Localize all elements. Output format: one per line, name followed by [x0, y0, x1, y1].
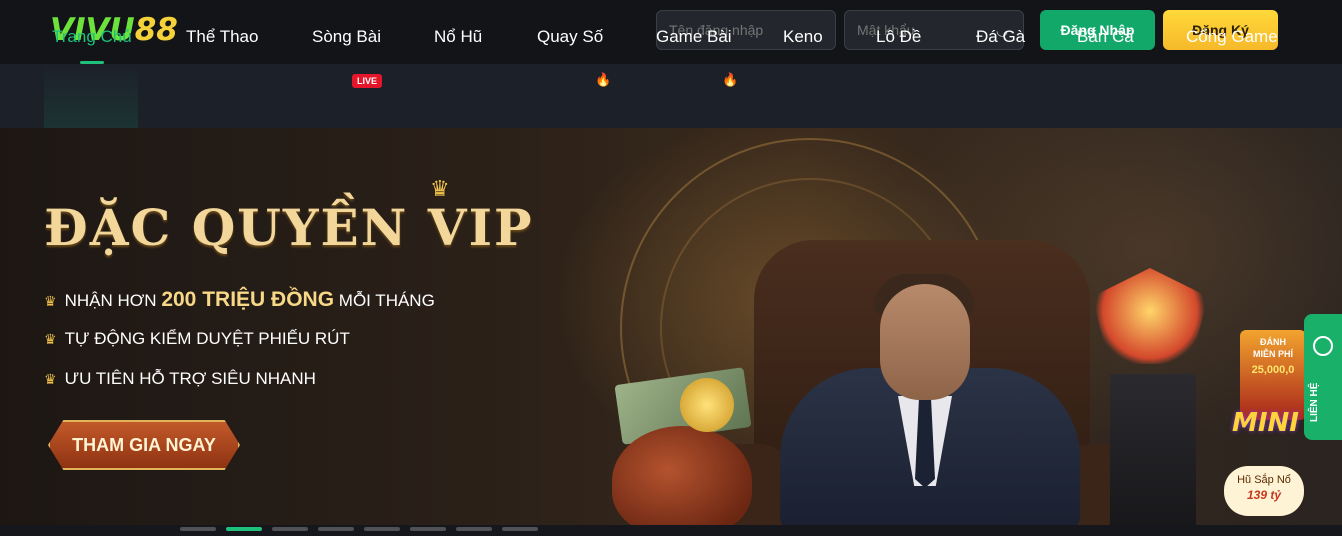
crown-icon: ♛ [44, 371, 57, 387]
fire-icon: 🔥 [722, 72, 739, 87]
money-bag-image [612, 426, 752, 525]
carousel-indicators [180, 518, 548, 536]
carousel-dot[interactable] [502, 527, 538, 531]
nav-item-slots[interactable]: Nổ Hũ [434, 0, 482, 64]
perk-text: MỖI THÁNG [338, 291, 435, 310]
main-nav [0, 64, 1342, 128]
pedestal-image [1110, 374, 1196, 525]
gold-coins-image [680, 378, 734, 432]
man-face-image [880, 284, 970, 400]
carousel-dot[interactable] [410, 527, 446, 531]
active-tab-glow [44, 64, 138, 128]
perk-text: ƯU TIÊN HỖ TRỢ SIÊU NHANH [64, 369, 316, 388]
nav-item-lottery[interactable]: Quay Số [537, 0, 603, 64]
nav-item-card-games[interactable]: Game Bài [656, 0, 732, 64]
nav-item-fishing[interactable]: Bắn Cá [1077, 0, 1134, 64]
live-badge: LIVE [352, 74, 383, 88]
promo-amount: 25,000,0 [1251, 364, 1295, 376]
nav-item-game-portal[interactable]: Cổng Game [1186, 0, 1278, 64]
carousel-dot[interactable] [364, 527, 400, 531]
perk-text: NHẬN HƠN [64, 291, 157, 310]
perk-item: ♛ NHẬN HƠN 200 TRIỆU ĐỒNG MỖI THÁNG [44, 288, 435, 312]
perk-text: TỰ ĐỘNG KIỂM DUYỆT PHIẾU RÚT [64, 329, 350, 348]
vip-emblem-image [1092, 268, 1208, 364]
nav-item-sports[interactable]: Thể Thao [186, 0, 258, 64]
promo-line: ĐÁNH [1260, 337, 1286, 347]
nav-item-lo-de[interactable]: Lô Đề [876, 0, 921, 64]
perk-highlight: 200 TRIỆU ĐỒNG [161, 288, 335, 311]
carousel-dot[interactable] [272, 527, 308, 531]
free-spin-promo[interactable]: ĐÁNH MIỄN PHÍ 25,000,0 [1240, 330, 1306, 420]
logo-text-88: 88 [134, 12, 178, 48]
contact-side-tab[interactable]: LIÊN HỆ [1304, 314, 1342, 440]
jackpot-widget[interactable]: Hũ Sắp Nổ 139 tỷ [1224, 466, 1304, 516]
contact-label: LIÊN HỆ [1309, 382, 1320, 422]
mini-game-logo[interactable]: MINI [1232, 408, 1299, 438]
jackpot-value: 139 tỷ [1246, 488, 1282, 502]
carousel-dot[interactable] [318, 527, 354, 531]
crown-icon: ♛ [44, 331, 57, 347]
perk-item: ♛ ƯU TIÊN HỖ TRỢ SIÊU NHANH [44, 369, 316, 389]
carousel-dot[interactable] [180, 527, 216, 531]
promo-line: MIỄN PHÍ [1252, 349, 1293, 359]
chat-icon [1313, 336, 1333, 356]
fire-icon: 🔥 [595, 72, 612, 87]
nav-item-keno[interactable]: Keno [783, 0, 823, 64]
join-now-button[interactable]: THAM GIA NGAY [48, 420, 240, 470]
nav-item-home[interactable]: Trang Chủ [52, 0, 132, 64]
nav-item-cockfight[interactable]: Đá Gà [976, 0, 1025, 64]
jackpot-label: Hũ Sắp Nổ [1237, 474, 1291, 486]
carousel-dot[interactable] [226, 527, 262, 531]
hero-banner[interactable]: ♛ ĐẶC QUYỀN VIP ♛ NHẬN HƠN 200 TRIỆU ĐỒNG… [0, 128, 1342, 525]
perk-item: ♛ TỰ ĐỘNG KIỂM DUYỆT PHIẾU RÚT [44, 329, 350, 349]
crown-icon: ♛ [44, 293, 57, 309]
carousel-dot[interactable] [456, 527, 492, 531]
nav-item-casino[interactable]: Sòng Bài [312, 0, 381, 64]
banner-headline: ĐẶC QUYỀN VIP [44, 198, 534, 257]
